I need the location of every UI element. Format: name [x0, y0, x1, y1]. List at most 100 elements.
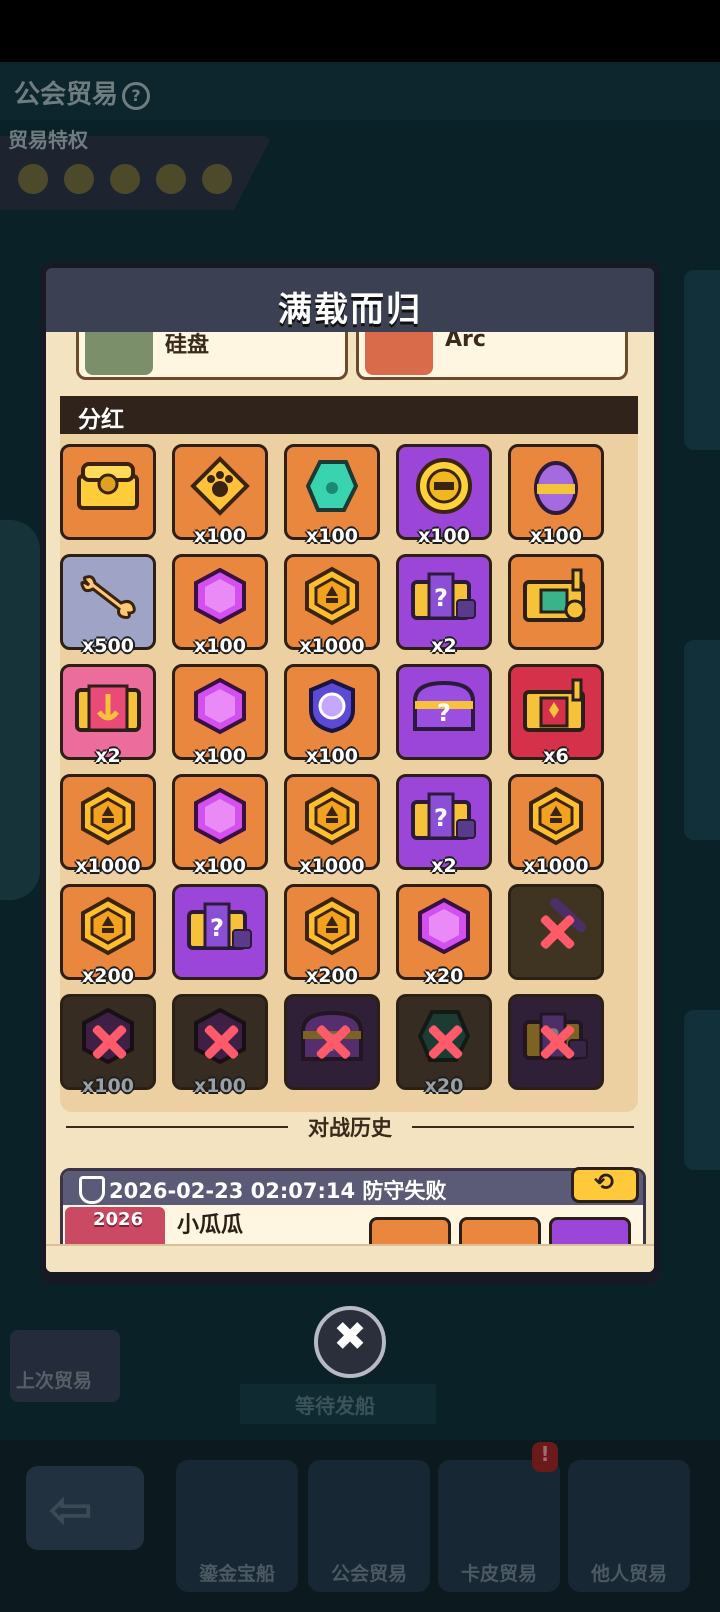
dividend-section-header: 分红 — [60, 396, 638, 434]
reward-quantity: x2 — [431, 635, 457, 657]
svg-text:?: ? — [434, 804, 448, 832]
reward-quantity: x100 — [194, 1075, 246, 1097]
gold-hex-token-icon — [304, 566, 360, 630]
reward-item[interactable]: ? — [172, 884, 268, 980]
shield-icon — [79, 1176, 105, 1204]
replay-button[interactable]: ⟲ — [571, 1167, 639, 1203]
divider — [412, 1126, 634, 1128]
reward-quantity: x100 — [194, 745, 246, 767]
reward-quantity: x200 — [82, 965, 134, 987]
reward-quantity: x100 — [194, 635, 246, 657]
gold-hex-token-icon — [304, 896, 360, 960]
reward-item[interactable]: x1000 — [284, 554, 380, 657]
anchor-chest-icon — [73, 676, 143, 740]
tab-gilded-ship[interactable]: 鎏金宝船 — [176, 1460, 298, 1592]
replay-icon: ⟲ — [594, 1168, 615, 1196]
reward-item[interactable]: x500 — [60, 554, 156, 657]
reward-item[interactable]: x100 — [172, 554, 268, 657]
gold-hex-token-icon — [304, 786, 360, 850]
history-entry-text: 2026-02-23 02:07:14 防守失败 — [109, 1179, 447, 1203]
reward-item[interactable]: x100 — [284, 444, 380, 547]
svg-text:?: ? — [434, 584, 448, 612]
cross-icon — [202, 1023, 240, 1061]
reward-quantity: x100 — [418, 525, 470, 547]
reward-quantity: x100 — [306, 525, 358, 547]
reward-quantity: x100 — [306, 745, 358, 767]
help-icon[interactable]: ? — [122, 81, 151, 110]
tab-capy-trade[interactable]: 卡皮贸易 — [438, 1460, 560, 1592]
reward-item[interactable]: x100 — [172, 664, 268, 767]
cross-icon — [426, 1023, 464, 1061]
purple-egg-icon — [531, 456, 581, 520]
tab-others-trade[interactable]: 他人贸易 — [568, 1460, 690, 1592]
reward-item-claimed[interactable]: x20 — [396, 994, 492, 1097]
bone-icon — [77, 573, 139, 623]
reward-quantity: x20 — [424, 965, 464, 987]
gold-hex-token-icon — [80, 786, 136, 850]
privilege-label: 贸易特权 — [8, 128, 88, 152]
mystery-chest-icon: ? — [409, 788, 479, 848]
reward-item[interactable] — [60, 444, 156, 540]
reward-quantity: x20 — [424, 1075, 464, 1097]
reward-item[interactable]: x100 — [172, 774, 268, 877]
player-card[interactable]: 硅盘 — [76, 332, 348, 380]
reward-item[interactable]: x100 — [396, 444, 492, 547]
purple-gem-icon — [193, 787, 247, 849]
reward-item[interactable]: x1000 — [508, 774, 604, 877]
reward-item[interactable] — [508, 554, 604, 650]
reward-item-claimed[interactable]: x100 — [60, 994, 156, 1097]
reward-quantity: x100 — [194, 525, 246, 547]
mystery-chest-icon: ? — [185, 898, 255, 958]
cross-icon — [538, 913, 576, 951]
gold-hex-token-icon — [80, 896, 136, 960]
reward-item-claimed[interactable] — [508, 884, 604, 980]
mystery-chest-icon: ? — [409, 568, 479, 628]
last-trade-label: 上次贸易 — [16, 1370, 93, 1392]
privilege-gear-icon — [156, 164, 186, 194]
player-card[interactable]: Arc — [356, 332, 628, 380]
modal-header: 满载而归 — [46, 268, 654, 332]
reward-item[interactable]: ? — [396, 664, 492, 760]
reward-item[interactable]: x100 — [172, 444, 268, 547]
reward-quantity: x6 — [543, 745, 569, 767]
reward-item[interactable]: x1000 — [284, 774, 380, 877]
reward-item[interactable]: x20 — [396, 884, 492, 987]
green-paw-gem-icon — [305, 458, 359, 518]
reward-item[interactable]: x200 — [60, 884, 156, 987]
purple-gem-icon — [193, 677, 247, 739]
reward-grid: x100 x100 x100 x100 x500 x100 x1000? x2 x2 x100 x1… — [60, 434, 638, 1112]
reward-item-claimed[interactable]: ? — [508, 994, 604, 1090]
paw-emblem-icon — [189, 455, 251, 521]
reward-item[interactable]: ? x2 — [396, 554, 492, 657]
modal-footer — [46, 1244, 654, 1272]
left-side-panel — [0, 520, 40, 900]
reward-item-claimed[interactable]: ? — [284, 994, 380, 1090]
privilege-ship-icon — [18, 164, 48, 194]
reward-quantity: x100 — [82, 1075, 134, 1097]
reward-item[interactable]: x100 — [284, 664, 380, 767]
modal-title: 满载而归 — [278, 290, 422, 330]
reward-item-claimed[interactable]: x100 — [172, 994, 268, 1097]
avatar — [85, 332, 153, 375]
close-icon: ✖ — [333, 1314, 367, 1360]
svg-text:?: ? — [437, 699, 451, 727]
section-title: 分红 — [78, 407, 124, 433]
reward-item[interactable]: x2 — [60, 664, 156, 767]
trophy-chest-icon — [521, 676, 591, 740]
reward-item[interactable]: x6 — [508, 664, 604, 767]
reward-item[interactable]: x1000 — [60, 774, 156, 877]
reward-quantity: x200 — [306, 965, 358, 987]
right-side-panel — [684, 640, 720, 840]
rewards-modal: 满载而归 硅盘 Arc 分红 x100 x100 x100 x100 x500 x100 x… — [40, 262, 660, 1284]
reward-item[interactable]: x200 — [284, 884, 380, 987]
reward-quantity: x1000 — [299, 855, 365, 877]
golden-chest-icon — [75, 460, 141, 516]
privilege-emblem-icon — [64, 164, 94, 194]
tab-guild-trade[interactable]: 公会贸易 — [308, 1460, 430, 1592]
reward-item[interactable]: ? x2 — [396, 774, 492, 877]
reward-item[interactable]: x100 — [508, 444, 604, 547]
page-title: 公会贸易? — [14, 74, 151, 111]
close-button[interactable]: ✖ — [314, 1306, 386, 1378]
gold-hex-token-icon — [528, 786, 584, 850]
reward-quantity: x500 — [82, 635, 134, 657]
